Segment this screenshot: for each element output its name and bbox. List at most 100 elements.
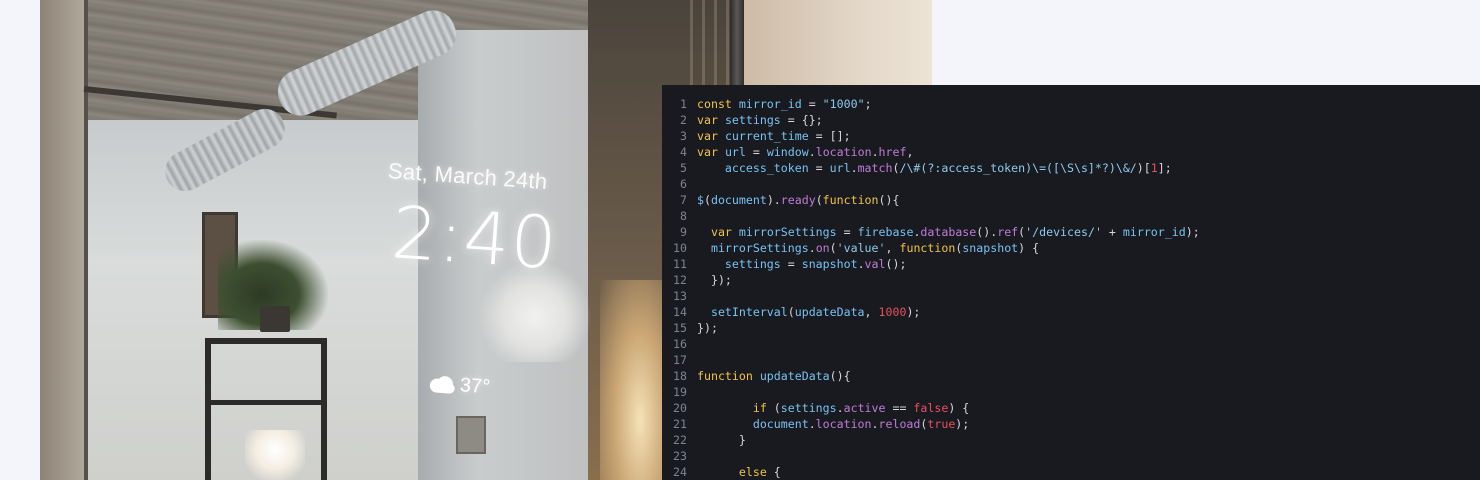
line-number: 1	[680, 97, 687, 111]
code-line: 23	[662, 448, 1200, 464]
mirror-weather: 37°	[427, 372, 491, 399]
mirror-frame-left	[84, 0, 88, 480]
code-token: document	[710, 193, 767, 207]
line-number: 12	[673, 273, 687, 287]
code-token: .	[850, 161, 858, 175]
code-text: }	[697, 432, 746, 448]
code-editor: 1 const mirror_id = "1000"; 2 var settings …	[662, 85, 1480, 480]
code-token: ,	[885, 241, 900, 255]
shelf-board	[205, 400, 327, 405]
code-line: 2 var settings = {};	[662, 112, 1200, 128]
code-line: 5 access_token = url.match(/\#(?:access_…	[662, 160, 1200, 176]
code-token: .	[871, 145, 879, 159]
code-text: const mirror_id = "1000";	[697, 96, 872, 112]
line-number: 16	[673, 337, 687, 351]
code-token: ) {	[1018, 241, 1040, 255]
code-token: mirror_id	[738, 97, 802, 111]
code-text: var settings = {};	[697, 112, 823, 128]
code-token: =	[745, 145, 767, 159]
code-token: );	[906, 305, 921, 319]
code-token: updateData	[794, 305, 865, 319]
code-token: .	[857, 257, 865, 271]
code-token: =	[780, 257, 802, 271]
code-token: const	[697, 97, 732, 111]
code-text: });	[697, 320, 718, 336]
code-token: }	[697, 433, 746, 447]
line-number: 15	[673, 321, 687, 335]
code-block: 1 const mirror_id = "1000"; 2 var settings …	[662, 96, 1200, 480]
code-token: = {};	[780, 113, 823, 127]
code-token: access_token	[724, 161, 809, 175]
code-token: database	[920, 225, 977, 239]
code-line: 1 const mirror_id = "1000";	[662, 96, 1200, 112]
code-token: .	[871, 417, 879, 431]
code-token: true	[927, 417, 956, 431]
code-token: (	[829, 241, 837, 255]
code-token: ().	[976, 225, 998, 239]
code-token: settings	[780, 401, 837, 415]
code-token: =	[801, 97, 823, 111]
code-token: .	[808, 145, 816, 159]
code-token: function	[822, 193, 879, 207]
code-line: 8	[662, 208, 1200, 224]
code-token: ref	[997, 225, 1019, 239]
code-text: var current_time = [];	[697, 128, 851, 144]
line-number: 3	[680, 129, 687, 143]
code-text: var mirrorSettings = firebase.database()…	[697, 224, 1200, 240]
code-line: 20 if (settings.active == false) {	[662, 400, 1200, 416]
code-token: $	[697, 193, 704, 207]
code-token: url	[724, 145, 746, 159]
code-line: 16	[662, 336, 1200, 352]
code-token: );	[955, 417, 970, 431]
page: Sat, March 24th 2:40 37° 1 const mirror_i…	[0, 0, 1480, 480]
code-token: ready	[780, 193, 816, 207]
code-text: function updateData(){	[697, 368, 851, 384]
code-token: .	[808, 241, 816, 255]
code-text: settings = snapshot.val();	[697, 256, 907, 272]
code-line: 9 var mirrorSettings = firebase.database…	[662, 224, 1200, 240]
code-token: updateData	[759, 369, 830, 383]
code-token: document	[752, 417, 809, 431]
code-token: false	[913, 401, 949, 415]
code-token: snapshot	[962, 241, 1019, 255]
plant-pot	[260, 306, 290, 332]
code-token: mirrorSettings	[710, 241, 809, 255]
code-text: setInterval(updateData, 1000);	[697, 304, 920, 320]
code-line: 13	[662, 288, 1200, 304]
line-number: 9	[680, 225, 687, 239]
code-token: ,	[864, 305, 879, 319]
code-token: var	[697, 145, 718, 159]
line-number: 14	[673, 305, 687, 319]
code-token: reload	[878, 417, 921, 431]
code-token: +	[1101, 225, 1123, 239]
code-token: val	[864, 257, 886, 271]
temperature: 37°	[459, 374, 491, 399]
code-token: window	[766, 145, 809, 159]
code-token: )[	[1136, 161, 1151, 175]
line-number: 2	[680, 113, 687, 127]
code-line: 22 }	[662, 432, 1200, 448]
code-token: else	[738, 465, 767, 479]
line-number: 5	[680, 161, 687, 175]
code-token: snapshot	[801, 257, 858, 271]
code-token: ];	[1157, 161, 1172, 175]
code-token: (){	[829, 369, 851, 383]
code-token: (	[766, 401, 781, 415]
line-number: 7	[680, 193, 687, 207]
code-token: /\#(?:access_token)\=([\S\s]*?)\&/	[899, 161, 1137, 175]
code-token: match	[857, 161, 893, 175]
code-line: 14 setInterval(updateData, 1000);	[662, 304, 1200, 320]
code-token: 1	[1150, 161, 1158, 175]
code-token: ).	[766, 193, 781, 207]
code-token: current_time	[724, 129, 809, 143]
code-token: ) {	[948, 401, 970, 415]
line-number: 10	[673, 241, 687, 255]
